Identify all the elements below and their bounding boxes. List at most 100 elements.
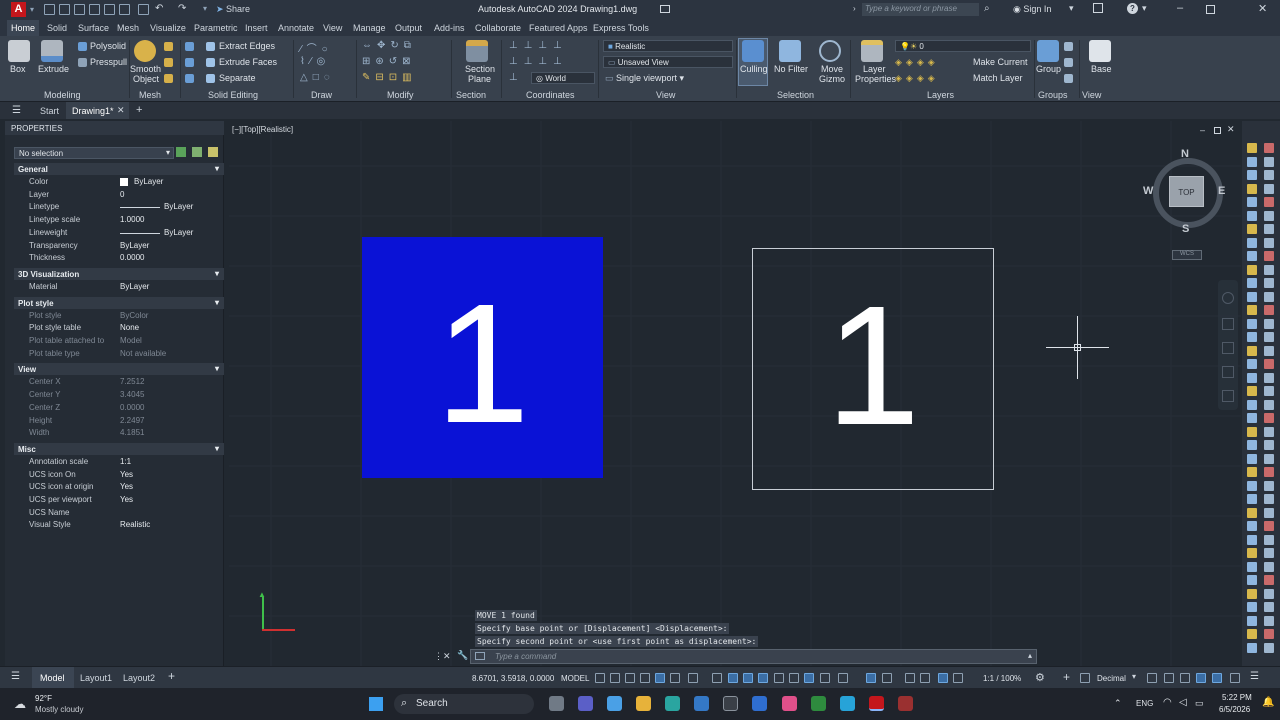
tool-palette-icon[interactable]: [1247, 332, 1257, 342]
tool-palette-icon[interactable]: [1264, 251, 1274, 261]
tool-palette-icon[interactable]: [1264, 440, 1274, 450]
property-row[interactable]: Width 4.1851: [14, 427, 224, 439]
property-row[interactable]: Center Z 0.0000: [14, 402, 224, 414]
settings-gear-icon[interactable]: ⚙: [1035, 671, 1045, 684]
transparency-icon[interactable]: [758, 673, 768, 683]
tool-palette-icon[interactable]: [1264, 615, 1274, 626]
section-header-viz[interactable]: 3D Visualization ▾: [14, 267, 224, 280]
property-row[interactable]: Plot table attached to Model: [14, 335, 224, 347]
orbit-icon[interactable]: [1222, 366, 1234, 378]
select-objects-icon[interactable]: [192, 147, 202, 157]
tool-palette-icon[interactable]: [1264, 197, 1274, 207]
group-label-view[interactable]: View: [656, 90, 675, 100]
tool-palette-icon[interactable]: [1247, 251, 1257, 261]
dropdown-icon[interactable]: ▾: [1142, 3, 1147, 14]
property-row[interactable]: Color ByLayer: [14, 176, 224, 188]
cloud-open-icon[interactable]: [119, 4, 130, 15]
zoom-icon[interactable]: [1222, 342, 1234, 354]
make-current-button[interactable]: Make Current: [973, 57, 1028, 67]
section-header-view[interactable]: View ▾: [14, 363, 224, 376]
file-explorer-icon[interactable]: [636, 696, 651, 711]
tab-output[interactable]: Output: [395, 23, 422, 33]
property-row[interactable]: Linetype ByLayer: [14, 201, 224, 213]
tool-palette-icon[interactable]: [1264, 143, 1274, 153]
mesh-tool-icon[interactable]: [164, 74, 173, 83]
property-row[interactable]: Thickness 0.0000: [14, 252, 224, 264]
section-plane-label[interactable]: Section: [465, 64, 495, 74]
tool-palette-icon[interactable]: [1264, 210, 1274, 221]
tab-visualize[interactable]: Visualize: [150, 23, 186, 33]
store-icon[interactable]: [694, 696, 709, 711]
tool-palette-icon[interactable]: [1264, 359, 1274, 369]
tool-palette-icon[interactable]: [1264, 332, 1274, 342]
toggle-pickadd-icon[interactable]: [176, 147, 186, 157]
tool-palette-icon[interactable]: [1264, 305, 1274, 315]
tool-palette-icon[interactable]: [1247, 345, 1257, 356]
modify-tools-icon[interactable]: ⇔✥↻⧉: [362, 40, 416, 51]
group-icon[interactable]: [1037, 40, 1059, 62]
tool-palette-icon[interactable]: [1264, 534, 1274, 545]
tool-palette-icon[interactable]: [1264, 372, 1274, 383]
tool-palette-icon[interactable]: [1247, 399, 1257, 410]
drawing-tab[interactable]: Drawing1* ✕: [66, 102, 129, 119]
dropdown-icon[interactable]: ▾: [203, 4, 207, 13]
modify-tools-icon[interactable]: ✎⊟⊡▥: [362, 72, 417, 83]
property-row[interactable]: Transparency ByLayer: [14, 240, 224, 252]
tab-collaborate[interactable]: Collaborate: [475, 23, 521, 33]
tool-palette-icon[interactable]: [1247, 264, 1257, 275]
property-row[interactable]: UCS icon at origin Yes: [14, 481, 224, 493]
tool-palette-icon[interactable]: [1247, 386, 1257, 396]
property-row[interactable]: Plot style ByColor: [14, 310, 224, 322]
property-row[interactable]: Linetype scale 1.0000: [14, 214, 224, 226]
property-row[interactable]: Material ByLayer: [14, 281, 224, 293]
tool-palette-icon[interactable]: [1247, 588, 1257, 599]
property-row[interactable]: UCS per viewport Yes: [14, 494, 224, 506]
section-plane-icon[interactable]: [466, 40, 488, 62]
tool-palette-icon[interactable]: [1264, 426, 1274, 437]
tool-palette-icon[interactable]: [1247, 183, 1257, 194]
tool-palette-icon[interactable]: [1247, 575, 1257, 585]
no-filter-label[interactable]: No Filter: [774, 64, 808, 74]
tool-palette-icon[interactable]: [1247, 521, 1257, 531]
property-row[interactable]: Lineweight ByLayer: [14, 227, 224, 239]
clock-time[interactable]: 5:22 PM: [1222, 693, 1252, 702]
presspull-button[interactable]: Presspull: [90, 57, 127, 67]
clean-screen-icon[interactable]: [1196, 673, 1206, 683]
layer-label[interactable]: Layer: [863, 64, 886, 74]
close-command-icon[interactable]: ✕: [443, 651, 451, 662]
tool-palette-icon[interactable]: [1247, 318, 1257, 329]
property-row[interactable]: UCS icon On Yes: [14, 469, 224, 481]
taskbar-search[interactable]: Search: [394, 694, 534, 714]
collapse-arrow-icon[interactable]: ▾: [215, 444, 219, 453]
chevron-up-icon[interactable]: ⌃: [1114, 698, 1122, 709]
ucs-tools-icon[interactable]: ⊥⊥⊥⊥: [509, 40, 568, 51]
blue-solid-square[interactable]: 1: [362, 237, 603, 478]
wireframe-square[interactable]: 1: [752, 248, 994, 490]
coordinates-readout[interactable]: 8.6701, 3.5918, 0.0000: [472, 674, 554, 683]
compass-north[interactable]: N: [1181, 148, 1189, 160]
copilot-icon[interactable]: [607, 696, 622, 711]
tab-manage[interactable]: Manage: [353, 23, 386, 33]
command-input[interactable]: Type a command: [470, 649, 1037, 664]
mesh-tool-icon[interactable]: [164, 42, 173, 51]
tool-palette-icon[interactable]: [1247, 440, 1257, 450]
property-row[interactable]: Center Y 3.4045: [14, 389, 224, 401]
tool-palette-icon[interactable]: [1247, 237, 1257, 248]
ucs-tool-icon[interactable]: ⊥: [509, 72, 518, 83]
section-plane-label-2[interactable]: Plane: [468, 74, 491, 84]
tool-palette-icon[interactable]: [1247, 210, 1257, 221]
group-label-section[interactable]: Section: [456, 90, 486, 100]
smooth-object-icon[interactable]: [134, 40, 156, 62]
save-as-icon[interactable]: [89, 4, 100, 15]
units-toggle-icon[interactable]: [953, 673, 963, 683]
compass-west[interactable]: W: [1143, 185, 1153, 197]
group-label-modify[interactable]: Modify: [387, 90, 414, 100]
tool-palette-icon[interactable]: [1247, 494, 1257, 504]
dynamic-input-icon[interactable]: [640, 673, 650, 683]
tool-palette-icon[interactable]: [1264, 237, 1274, 248]
new-file-icon[interactable]: [44, 4, 55, 15]
selection-filter-icon[interactable]: [820, 673, 830, 683]
pan-icon[interactable]: [1222, 318, 1234, 330]
extract-edges-button[interactable]: Extract Edges: [219, 41, 275, 51]
grip-icon[interactable]: ⋮: [434, 651, 443, 662]
